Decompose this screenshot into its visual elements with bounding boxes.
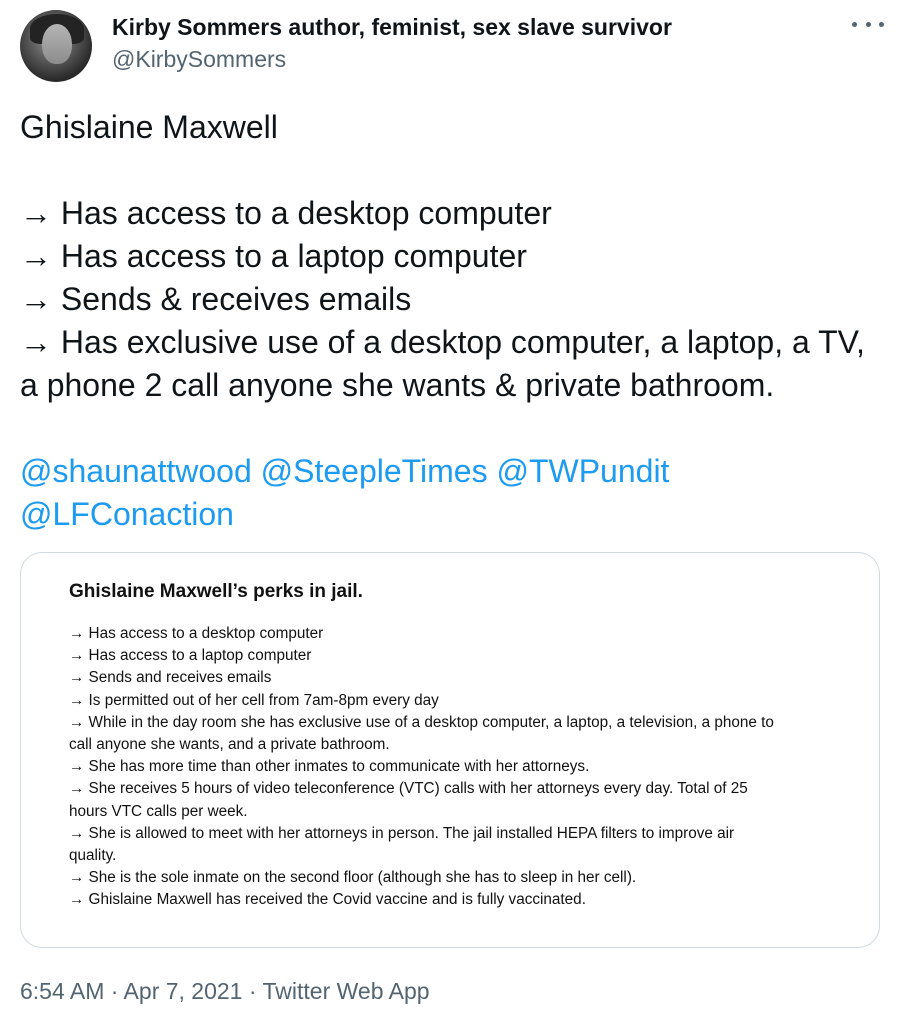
mention-link[interactable]: @TWPundit (496, 453, 669, 489)
mention-link[interactable]: @SteepleTimes (261, 453, 488, 489)
tweet-bullet: → Has access to a desktop computer (20, 195, 552, 231)
image-card-line: call anyone she wants, and a private bat… (69, 736, 390, 754)
image-card-line: → She is the sole inmate on the second f… (69, 869, 637, 887)
mention-link[interactable]: @LFConaction (20, 496, 234, 532)
image-card-title: Ghislaine Maxwell’s perks in jail. (69, 581, 363, 602)
image-card-line: → She is allowed to meet with her attorn… (69, 824, 735, 842)
author-handle[interactable]: @KirbySommers (112, 46, 286, 73)
author-display-name[interactable]: Kirby Sommers author, feminist, sex slav… (112, 14, 672, 41)
more-horizontal-icon[interactable] (852, 12, 884, 36)
tweet-mentions: @shaunattwood @SteepleTimes @TWPundit @L… (20, 450, 880, 536)
image-card-line: → Ghislaine Maxwell has received the Cov… (69, 891, 586, 909)
image-card-line: hours VTC calls per week. (69, 802, 248, 820)
tweet-bullet: → Has access to a laptop computer (20, 238, 527, 274)
image-card-line: → She has more time than other inmates t… (69, 758, 590, 776)
image-card-line: → Has access to a laptop computer (69, 647, 312, 665)
tweet-timestamp[interactable]: 6:54 AM · Apr 7, 2021 · Twitter Web App (20, 978, 430, 1005)
image-card-line: quality. (69, 847, 117, 865)
image-card-line: → Is permitted out of her cell from 7am-… (69, 691, 439, 709)
image-card-line: → Sends and receives emails (69, 669, 272, 687)
tweet-text: Ghislaine Maxwell → Has access to a desk… (20, 106, 880, 536)
tweet-bullet: → Has exclusive use of a desktop compute… (20, 324, 865, 403)
attached-image-card[interactable]: Ghislaine Maxwell’s perks in jail. → Has… (20, 552, 880, 948)
image-card-list: → Has access to a desktop computer → Has… (69, 623, 859, 912)
mention-link[interactable]: @shaunattwood (20, 453, 252, 489)
tweet-title-line: Ghislaine Maxwell (20, 109, 278, 145)
image-card-line: → She receives 5 hours of video teleconf… (69, 780, 748, 798)
avatar[interactable] (20, 10, 92, 82)
image-card-line: → Has access to a desktop computer (69, 625, 324, 642)
image-card-line: → While in the day room she has exclusiv… (69, 713, 774, 731)
tweet-bullet: → Sends & receives emails (20, 281, 412, 317)
